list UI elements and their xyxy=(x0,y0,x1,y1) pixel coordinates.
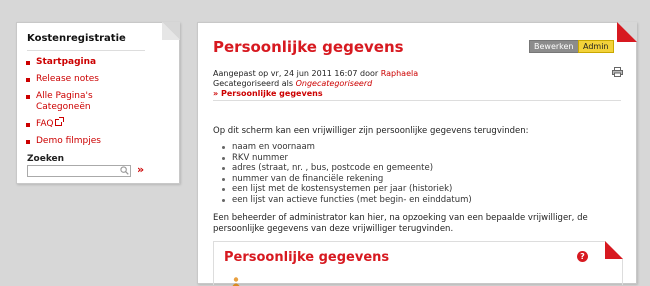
category-prefix: Gecategoriseerd als xyxy=(213,79,294,88)
search-icon[interactable] xyxy=(120,166,129,175)
sidebar-divider xyxy=(27,50,145,51)
admin-button[interactable]: Admin xyxy=(578,40,614,53)
section-title: Persoonlijke gegevens xyxy=(224,250,390,265)
list-item: nummer van de financiële rekening xyxy=(222,174,472,185)
sidebar-link[interactable]: Startpagina xyxy=(36,57,96,67)
page-corner-fold xyxy=(617,22,637,42)
print-icon[interactable] xyxy=(612,67,623,77)
list-item: naam en voornaam xyxy=(222,142,472,153)
sidebar-nav: Startpagina Release notes Alle Pagina's … xyxy=(25,57,165,153)
list-item: een lijst van actieve functies (met begi… xyxy=(222,195,472,206)
list-item: RKV nummer xyxy=(222,153,472,164)
help-icon[interactable]: ? xyxy=(577,251,588,262)
bullet-icon xyxy=(26,61,30,65)
external-link-icon xyxy=(55,117,65,126)
bullet-icon xyxy=(26,140,30,144)
divider xyxy=(213,100,621,101)
bullet-icon xyxy=(222,177,225,181)
page-title: Persoonlijke gegevens xyxy=(213,38,404,56)
edit-button[interactable]: Bewerken xyxy=(529,40,579,53)
sidebar-item-startpagina[interactable]: Startpagina xyxy=(25,57,165,68)
sidebar-link[interactable]: Alle Pagina's Categoneën xyxy=(36,91,93,112)
page-corner-fold xyxy=(162,22,180,40)
admin-note: Een beheerder of administrator kan hier,… xyxy=(213,213,588,234)
sidebar-link[interactable]: Release notes xyxy=(36,74,99,84)
bullet-icon xyxy=(26,123,30,127)
category-link[interactable]: Ongecategoriseerd xyxy=(296,79,373,88)
section-box: Persoonlijke gegevens ? xyxy=(213,241,623,286)
search-label: Zoeken xyxy=(27,154,65,164)
list-item: adres (straat, nr. , bus, postcode en ge… xyxy=(222,163,472,174)
sidebar-title: Kostenregistratie xyxy=(27,33,126,44)
bullet-icon xyxy=(222,198,225,202)
modified-text: Aangepast op vr, 24 jun 2011 16:07 door xyxy=(213,69,379,78)
section-corner-fold xyxy=(605,241,623,259)
list-item: een lijst met de kostensystemen per jaar… xyxy=(222,184,472,195)
bullet-icon xyxy=(222,167,225,170)
bullet-icon xyxy=(222,146,225,149)
sidebar-panel: Kostenregistratie Startpagina Release no… xyxy=(16,22,180,184)
page-meta: Aangepast op vr, 24 jun 2011 16:07 door … xyxy=(213,69,418,89)
sidebar-item-faq[interactable]: FAQ xyxy=(25,117,165,130)
feature-list: naam en voornaam RKV nummer adres (straa… xyxy=(222,142,472,205)
content-panel: Persoonlijke gegevens Bewerken Admin Aan… xyxy=(197,22,637,286)
search-input[interactable] xyxy=(27,165,131,177)
bullet-icon xyxy=(222,188,225,191)
sidebar-item-all-pages[interactable]: Alle Pagina's Categoneën xyxy=(25,91,115,113)
user-icon xyxy=(232,277,240,286)
sidebar-link[interactable]: FAQ xyxy=(36,119,53,129)
bullet-icon xyxy=(26,95,30,99)
sidebar-link[interactable]: Demo filmpjes xyxy=(36,136,101,146)
bullet-icon xyxy=(26,78,30,82)
author-link[interactable]: Raphaela xyxy=(381,69,418,78)
breadcrumb[interactable]: » Persoonlijke gegevens xyxy=(213,89,323,98)
intro-text: Op dit scherm kan een vrijwilliger zijn … xyxy=(213,126,529,136)
sidebar-item-release-notes[interactable]: Release notes xyxy=(25,74,165,85)
search-go-button[interactable]: » xyxy=(137,163,144,176)
search-row: » xyxy=(27,163,177,177)
sidebar-item-demo[interactable]: Demo filmpjes xyxy=(25,136,165,147)
bullet-icon xyxy=(222,156,225,160)
